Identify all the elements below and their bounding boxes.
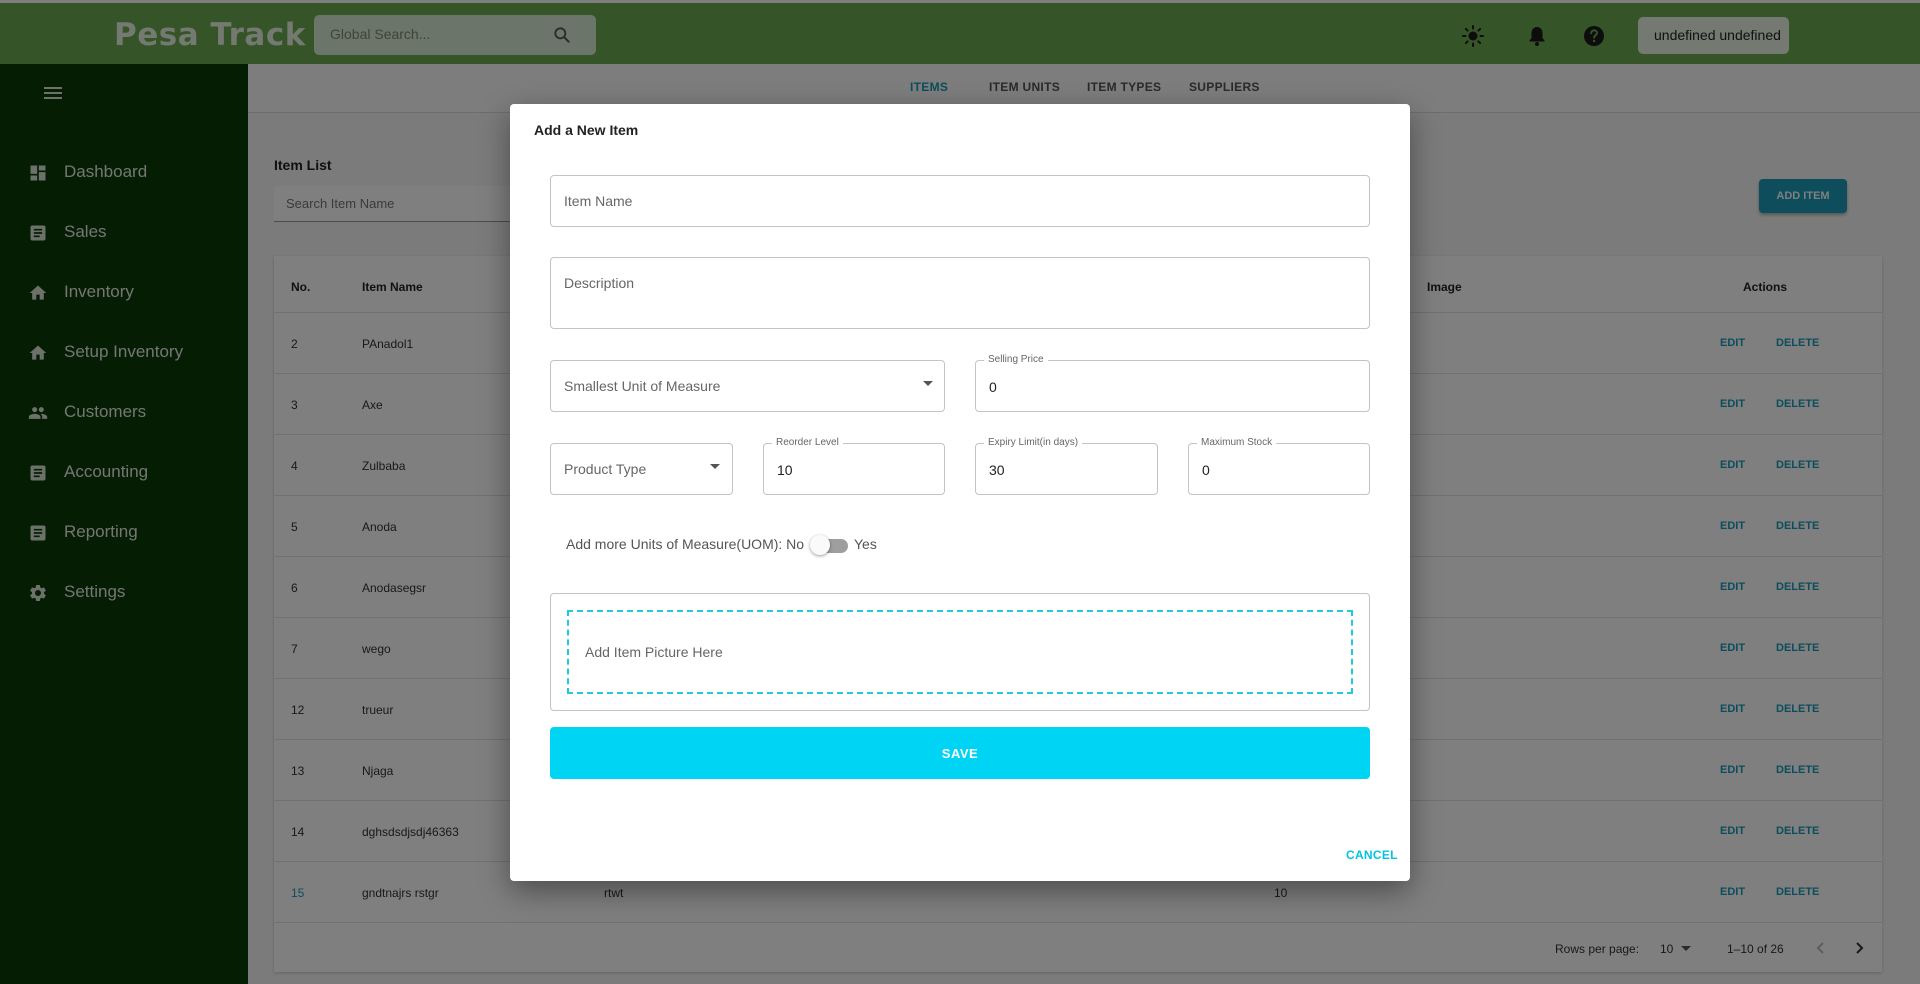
- uom-toggle-yes-label: Yes: [854, 536, 877, 552]
- selling-price-value: 0: [989, 379, 997, 395]
- dialog-title: Add a New Item: [534, 122, 639, 138]
- uom-toggle-switch[interactable]: [810, 535, 850, 555]
- item-name-field[interactable]: Item Name: [550, 175, 1370, 227]
- item-name-placeholder: Item Name: [564, 193, 633, 209]
- chevron-down-icon: [923, 381, 933, 386]
- selling-price-label: Selling Price: [984, 354, 1048, 365]
- selling-price-field[interactable]: Selling Price 0: [975, 354, 1370, 412]
- description-placeholder: Description: [564, 275, 635, 291]
- maximum-stock-label: Maximum Stock: [1197, 437, 1277, 448]
- switch-thumb: [810, 535, 830, 555]
- picture-dropzone[interactable]: Add Item Picture Here: [567, 610, 1353, 694]
- smallest-uom-placeholder: Smallest Unit of Measure: [564, 378, 721, 394]
- maximum-stock-field[interactable]: Maximum Stock 0: [1188, 437, 1370, 495]
- reorder-level-value: 10: [777, 462, 793, 478]
- reorder-level-label: Reorder Level: [772, 437, 843, 448]
- cancel-button[interactable]: CANCEL: [1346, 848, 1398, 862]
- picture-dropzone-text: Add Item Picture Here: [585, 644, 723, 660]
- product-type-placeholder: Product Type: [564, 461, 647, 477]
- smallest-uom-select[interactable]: Smallest Unit of Measure: [550, 360, 945, 412]
- expiry-limit-field[interactable]: Expiry Limit(in days) 30: [975, 437, 1158, 495]
- save-button[interactable]: SAVE: [550, 727, 1370, 779]
- chevron-down-icon: [710, 464, 720, 469]
- add-item-dialog: Add a New Item Item Name Description Sma…: [510, 104, 1410, 881]
- maximum-stock-value: 0: [1202, 462, 1210, 478]
- description-field[interactable]: Description: [550, 257, 1370, 329]
- picture-upload-field: Add Item Picture Here: [550, 593, 1370, 711]
- reorder-level-field[interactable]: Reorder Level 10: [763, 437, 945, 495]
- expiry-limit-value: 30: [989, 462, 1005, 478]
- uom-toggle-label: Add more Units of Measure(UOM): No: [566, 536, 805, 552]
- expiry-limit-label: Expiry Limit(in days): [984, 437, 1083, 448]
- product-type-select[interactable]: Product Type: [550, 443, 733, 495]
